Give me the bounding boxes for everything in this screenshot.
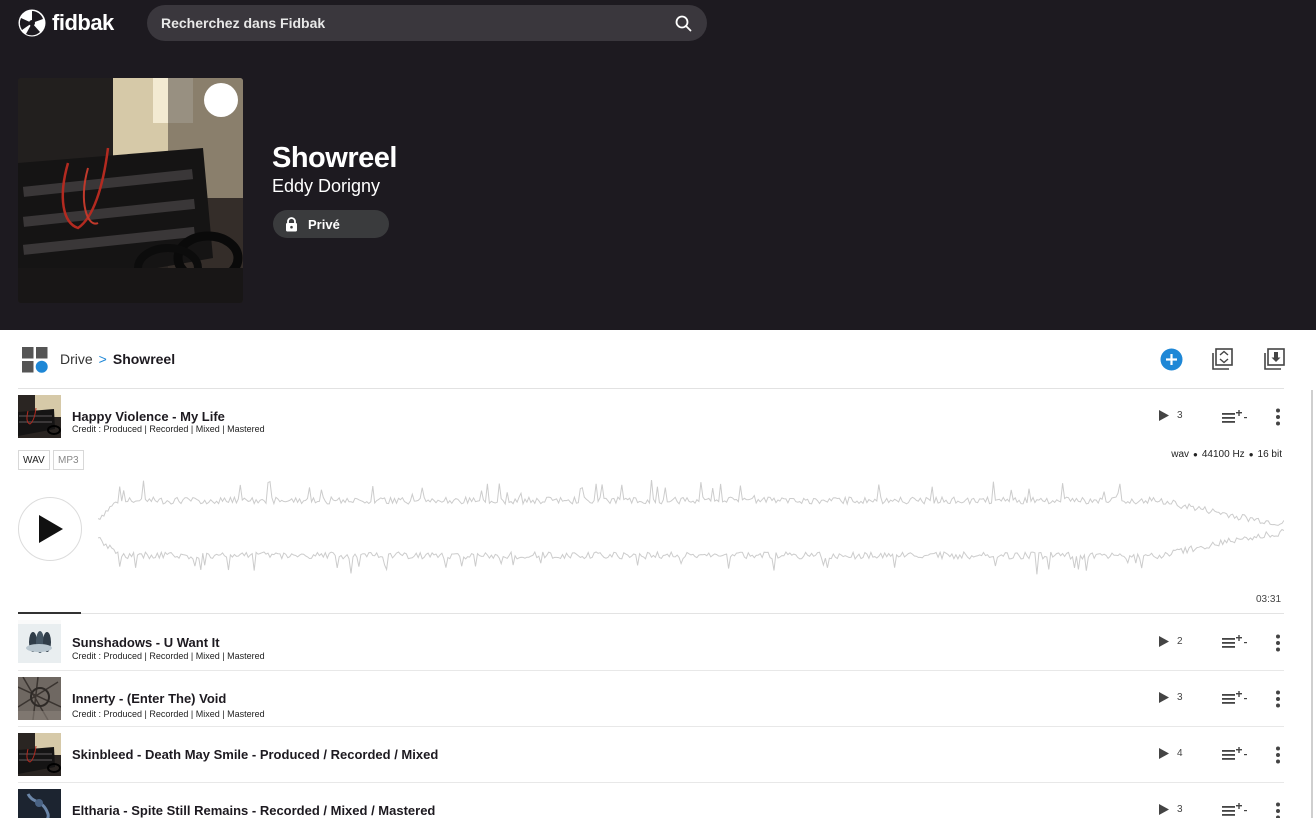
track-play-count[interactable]: 3: [1159, 692, 1183, 703]
search-bar: [147, 5, 707, 41]
track-credit: Credit : Produced | Recorded | Mixed | M…: [72, 424, 265, 434]
privacy-badge[interactable]: Privé: [273, 210, 389, 238]
playlist-title: Showreel: [272, 142, 397, 174]
waveform[interactable]: [98, 480, 1284, 576]
scrollbar[interactable]: [1311, 390, 1313, 818]
track-title[interactable]: Skinbleed - Death May Smile - Produced /…: [72, 747, 438, 762]
track-play-count[interactable]: 3: [1159, 410, 1183, 421]
plus-circle-icon: [1160, 348, 1182, 370]
playlist-cover: [18, 78, 243, 303]
toolbar-divider: [18, 388, 1284, 389]
track-row[interactable]: Happy Violence - My Life Credit : Produc…: [18, 395, 1284, 440]
add-to-queue-icon[interactable]: [1222, 635, 1248, 649]
play-count: 2: [1177, 636, 1183, 647]
track-credit: Credit : Produced | Recorded | Mixed | M…: [72, 651, 265, 661]
add-to-queue-icon[interactable]: [1222, 803, 1248, 817]
grid-view-icon[interactable]: [22, 347, 48, 373]
track-thumbnail: [18, 789, 61, 818]
fidbak-logo-icon: [18, 9, 46, 37]
track-row[interactable]: Sunshadows - U Want It Credit : Produced…: [18, 620, 1284, 665]
waveform-line: [98, 480, 1284, 526]
play-icon: [1159, 692, 1169, 703]
download-button[interactable]: [1263, 347, 1287, 371]
format-mp3-button[interactable]: MP3: [53, 450, 84, 470]
play-icon: [1159, 804, 1169, 815]
more-options-icon[interactable]: [1273, 408, 1283, 426]
track-row[interactable]: Innerty - (Enter The) Void Credit : Prod…: [18, 677, 1284, 722]
more-options-icon[interactable]: [1273, 802, 1283, 818]
play-icon: [1159, 636, 1169, 647]
track-title[interactable]: Eltharia - Spite Still Remains - Recorde…: [72, 803, 435, 818]
audio-metadata: wav ● 44100 Hz ● 16 bit: [1171, 449, 1282, 460]
more-options-icon[interactable]: [1273, 690, 1283, 708]
bit-depth: 16 bit: [1257, 449, 1282, 460]
breadcrumb-drive[interactable]: Drive: [60, 351, 93, 367]
track-duration: 03:31: [1256, 594, 1282, 605]
search-input[interactable]: [161, 15, 673, 31]
sample-rate: 44100 Hz: [1201, 449, 1245, 460]
fidbak-logo[interactable]: fidbak: [18, 8, 114, 38]
row-divider: [18, 726, 1284, 727]
select-icon: [1212, 348, 1233, 370]
track-play-count[interactable]: 4: [1159, 748, 1183, 759]
breadcrumb-current: Showreel: [112, 351, 176, 367]
track-row[interactable]: Skinbleed - Death May Smile - Produced /…: [18, 733, 1284, 778]
logo-text: fidbak: [52, 10, 114, 35]
track-row[interactable]: Eltharia - Spite Still Remains - Recorde…: [18, 789, 1284, 818]
track-play-count[interactable]: 3: [1159, 804, 1183, 815]
search-icon[interactable]: [673, 13, 693, 33]
more-options-icon[interactable]: [1273, 634, 1283, 652]
play-button[interactable]: [18, 497, 82, 561]
track-thumbnail: [18, 733, 61, 776]
more-options-icon[interactable]: [1273, 746, 1283, 764]
play-icon: [1159, 410, 1169, 421]
add-to-queue-icon[interactable]: [1222, 410, 1248, 424]
track-play-count[interactable]: 2: [1159, 636, 1183, 647]
breadcrumb: Drive > Showreel: [60, 351, 175, 367]
track-thumbnail: [18, 620, 61, 663]
track-thumbnail: [18, 395, 61, 438]
play-count: 3: [1177, 804, 1183, 815]
add-button[interactable]: [1159, 347, 1183, 371]
progress-fill: [18, 612, 81, 614]
playlist-artist[interactable]: Eddy Dorigny: [272, 176, 380, 197]
waveform-line: [98, 528, 1284, 575]
track-title[interactable]: Sunshadows - U Want It: [72, 635, 220, 650]
play-count: 3: [1177, 692, 1183, 703]
row-divider: [18, 670, 1284, 671]
row-divider: [18, 782, 1284, 783]
lock-icon: [286, 216, 297, 231]
track-title[interactable]: Happy Violence - My Life: [72, 409, 225, 424]
download-icon: [1264, 348, 1285, 370]
playlist-toolbar: [0, 330, 1316, 388]
play-icon: [1159, 748, 1169, 759]
privacy-label: Privé: [308, 216, 340, 232]
playlist-header: fidbak Showreel Eddy Dorigny: [0, 0, 1316, 330]
cover-art-image: [18, 78, 243, 303]
breadcrumb-separator: >: [98, 351, 107, 367]
track-title[interactable]: Innerty - (Enter The) Void: [72, 691, 226, 706]
play-count: 4: [1177, 748, 1183, 759]
play-count: 3: [1177, 410, 1183, 421]
track-credit: Credit : Produced | Recorded | Mixed | M…: [72, 709, 265, 719]
file-type: wav: [1171, 449, 1190, 460]
track-thumbnail: [18, 677, 61, 720]
progress-track[interactable]: [18, 613, 1284, 614]
play-icon: [39, 515, 63, 543]
add-to-queue-icon[interactable]: [1222, 747, 1248, 761]
add-to-queue-icon[interactable]: [1222, 691, 1248, 705]
select-tracks-button[interactable]: [1211, 347, 1235, 371]
format-wav-button[interactable]: WAV: [18, 450, 50, 470]
